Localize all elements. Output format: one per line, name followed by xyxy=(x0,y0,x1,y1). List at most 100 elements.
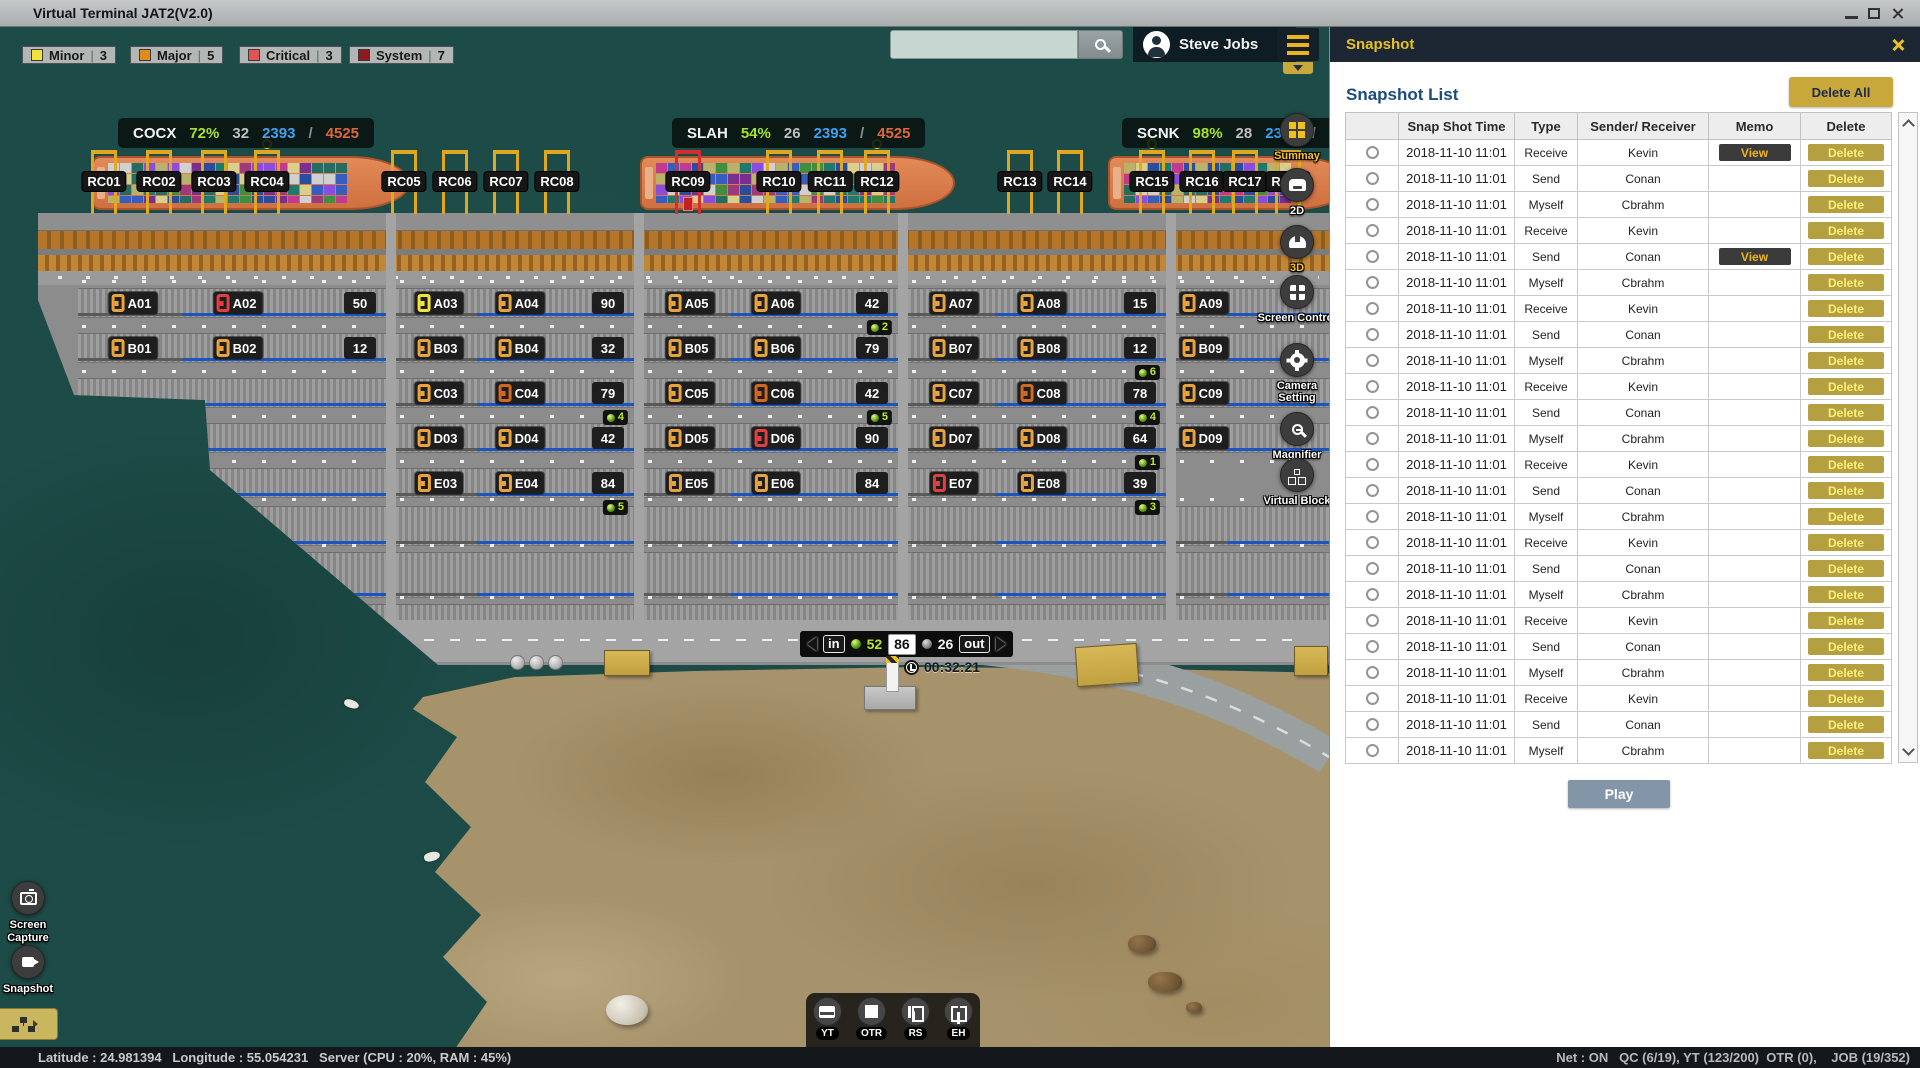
yard-block-label[interactable]: B05 xyxy=(666,337,715,359)
quay-crane-label[interactable]: RC05 xyxy=(382,172,425,191)
yard-block-label[interactable]: D05 xyxy=(666,427,715,449)
map-button-screen-capture[interactable] xyxy=(11,881,45,915)
delete-row-button[interactable]: Delete xyxy=(1808,482,1884,499)
rail-button-summay[interactable] xyxy=(1280,113,1314,147)
alarm-chip-system[interactable]: System|7 xyxy=(349,46,454,64)
quay-crane-label[interactable]: RC01 xyxy=(82,172,125,191)
scroll-down-icon[interactable] xyxy=(1902,743,1915,756)
row-radio[interactable] xyxy=(1366,380,1379,393)
quay-crane-label[interactable]: RC03 xyxy=(192,172,235,191)
menu-collapse-tab[interactable] xyxy=(1283,62,1313,74)
delete-row-button[interactable]: Delete xyxy=(1808,430,1884,447)
equipment-toggle-rs[interactable]: RS xyxy=(901,997,930,1040)
rail-button-camera-setting[interactable] xyxy=(1280,343,1314,377)
yard-block-label[interactable]: A02 xyxy=(214,292,263,314)
rail-button-screen-control[interactable] xyxy=(1280,275,1314,309)
yard-block-label[interactable]: C05 xyxy=(666,382,715,404)
delete-row-button[interactable]: Delete xyxy=(1808,144,1884,161)
delete-row-button[interactable]: Delete xyxy=(1808,664,1884,681)
yard-block-label[interactable]: C06 xyxy=(752,382,801,404)
yard-block-label[interactable]: C08 xyxy=(1018,382,1067,404)
search-button[interactable] xyxy=(1078,30,1123,59)
yard-block-label[interactable]: E04 xyxy=(496,472,544,494)
yard-block-label[interactable]: C07 xyxy=(930,382,979,404)
row-radio[interactable] xyxy=(1366,484,1379,497)
yard-block-label[interactable]: A06 xyxy=(752,292,801,314)
quay-crane-label[interactable]: RC15 xyxy=(1130,172,1173,191)
yard-block-label[interactable]: E06 xyxy=(752,472,800,494)
row-radio[interactable] xyxy=(1366,354,1379,367)
row-radio[interactable] xyxy=(1366,146,1379,159)
quay-crane-label[interactable]: RC11 xyxy=(809,172,852,191)
quay-crane-label[interactable]: RC16 xyxy=(1180,172,1223,191)
yard-block-label[interactable]: B07 xyxy=(930,337,979,359)
gate-right-arrow-icon[interactable] xyxy=(996,637,1006,651)
layout-tree-tab[interactable] xyxy=(0,1008,58,1040)
row-radio[interactable] xyxy=(1366,588,1379,601)
yard-block-label[interactable]: A04 xyxy=(496,292,545,314)
delete-row-button[interactable]: Delete xyxy=(1808,508,1884,525)
row-radio[interactable] xyxy=(1366,302,1379,315)
yard-block-label[interactable]: D08 xyxy=(1018,427,1067,449)
delete-row-button[interactable]: Delete xyxy=(1808,612,1884,629)
minimize-icon[interactable] xyxy=(1845,16,1858,19)
play-button[interactable]: Play xyxy=(1568,780,1670,808)
quay-crane-label[interactable]: RC13 xyxy=(998,172,1041,191)
map-button-snapshot[interactable] xyxy=(11,945,45,979)
scroll-up-icon[interactable] xyxy=(1902,119,1915,132)
delete-row-button[interactable]: Delete xyxy=(1808,404,1884,421)
alarm-chip-major[interactable]: Major|5 xyxy=(130,46,223,64)
table-scrollbar[interactable] xyxy=(1898,112,1918,763)
search-input[interactable] xyxy=(890,30,1078,59)
gate-left-arrow-icon[interactable] xyxy=(807,637,817,651)
delete-row-button[interactable]: Delete xyxy=(1808,300,1884,317)
equipment-toggle-yt[interactable]: YT xyxy=(813,997,842,1040)
alarm-chip-minor[interactable]: Minor|3 xyxy=(22,46,116,64)
rail-button-2d[interactable] xyxy=(1280,168,1314,202)
yard-block-label[interactable]: C04 xyxy=(496,382,545,404)
row-radio[interactable] xyxy=(1366,432,1379,445)
row-radio[interactable] xyxy=(1366,198,1379,211)
delete-row-button[interactable]: Delete xyxy=(1808,326,1884,343)
row-radio[interactable] xyxy=(1366,458,1379,471)
delete-row-button[interactable]: Delete xyxy=(1808,560,1884,577)
yard-block-label[interactable]: A03 xyxy=(415,292,464,314)
delete-row-button[interactable]: Delete xyxy=(1808,196,1884,213)
view-memo-button[interactable]: View xyxy=(1719,144,1791,161)
equipment-toggle-eh[interactable]: EH xyxy=(944,997,973,1040)
delete-row-button[interactable]: Delete xyxy=(1808,690,1884,707)
delete-row-button[interactable]: Delete xyxy=(1808,170,1884,187)
yard-block-label[interactable]: D07 xyxy=(930,427,979,449)
delete-row-button[interactable]: Delete xyxy=(1808,248,1884,265)
row-radio[interactable] xyxy=(1366,640,1379,653)
row-radio[interactable] xyxy=(1366,250,1379,263)
close-window-icon[interactable] xyxy=(1891,7,1904,20)
yard-block-label[interactable]: E05 xyxy=(666,472,714,494)
quay-crane-label[interactable]: RC04 xyxy=(245,172,288,191)
delete-row-button[interactable]: Delete xyxy=(1808,638,1884,655)
rail-button-virtual-block[interactable] xyxy=(1280,458,1314,492)
row-radio[interactable] xyxy=(1366,666,1379,679)
terminal-map[interactable]: A01A0250A03A0490A05A0642A07A0815A09B01B0… xyxy=(0,27,1329,1047)
quay-crane-label[interactable]: RC02 xyxy=(137,172,180,191)
yard-block-label[interactable]: A07 xyxy=(930,292,979,314)
yard-block-label[interactable]: B08 xyxy=(1018,337,1067,359)
row-radio[interactable] xyxy=(1366,718,1379,731)
row-radio[interactable] xyxy=(1366,276,1379,289)
yard-block-label[interactable]: E03 xyxy=(415,472,463,494)
row-radio[interactable] xyxy=(1366,614,1379,627)
yard-block-label[interactable]: E07 xyxy=(930,472,978,494)
user-menu[interactable]: Steve Jobs xyxy=(1133,27,1296,62)
quay-crane-label[interactable]: RC17 xyxy=(1223,172,1266,191)
row-radio[interactable] xyxy=(1366,692,1379,705)
delete-row-button[interactable]: Delete xyxy=(1808,274,1884,291)
delete-row-button[interactable]: Delete xyxy=(1808,352,1884,369)
yard-block-label[interactable]: D03 xyxy=(415,427,464,449)
quay-crane-label[interactable]: RC07 xyxy=(484,172,527,191)
row-radio[interactable] xyxy=(1366,224,1379,237)
yard-block-label[interactable]: D04 xyxy=(496,427,545,449)
yard-block-label[interactable]: A09 xyxy=(1180,292,1229,314)
row-radio[interactable] xyxy=(1366,406,1379,419)
row-radio[interactable] xyxy=(1366,744,1379,757)
hamburger-menu-button[interactable] xyxy=(1277,28,1319,61)
